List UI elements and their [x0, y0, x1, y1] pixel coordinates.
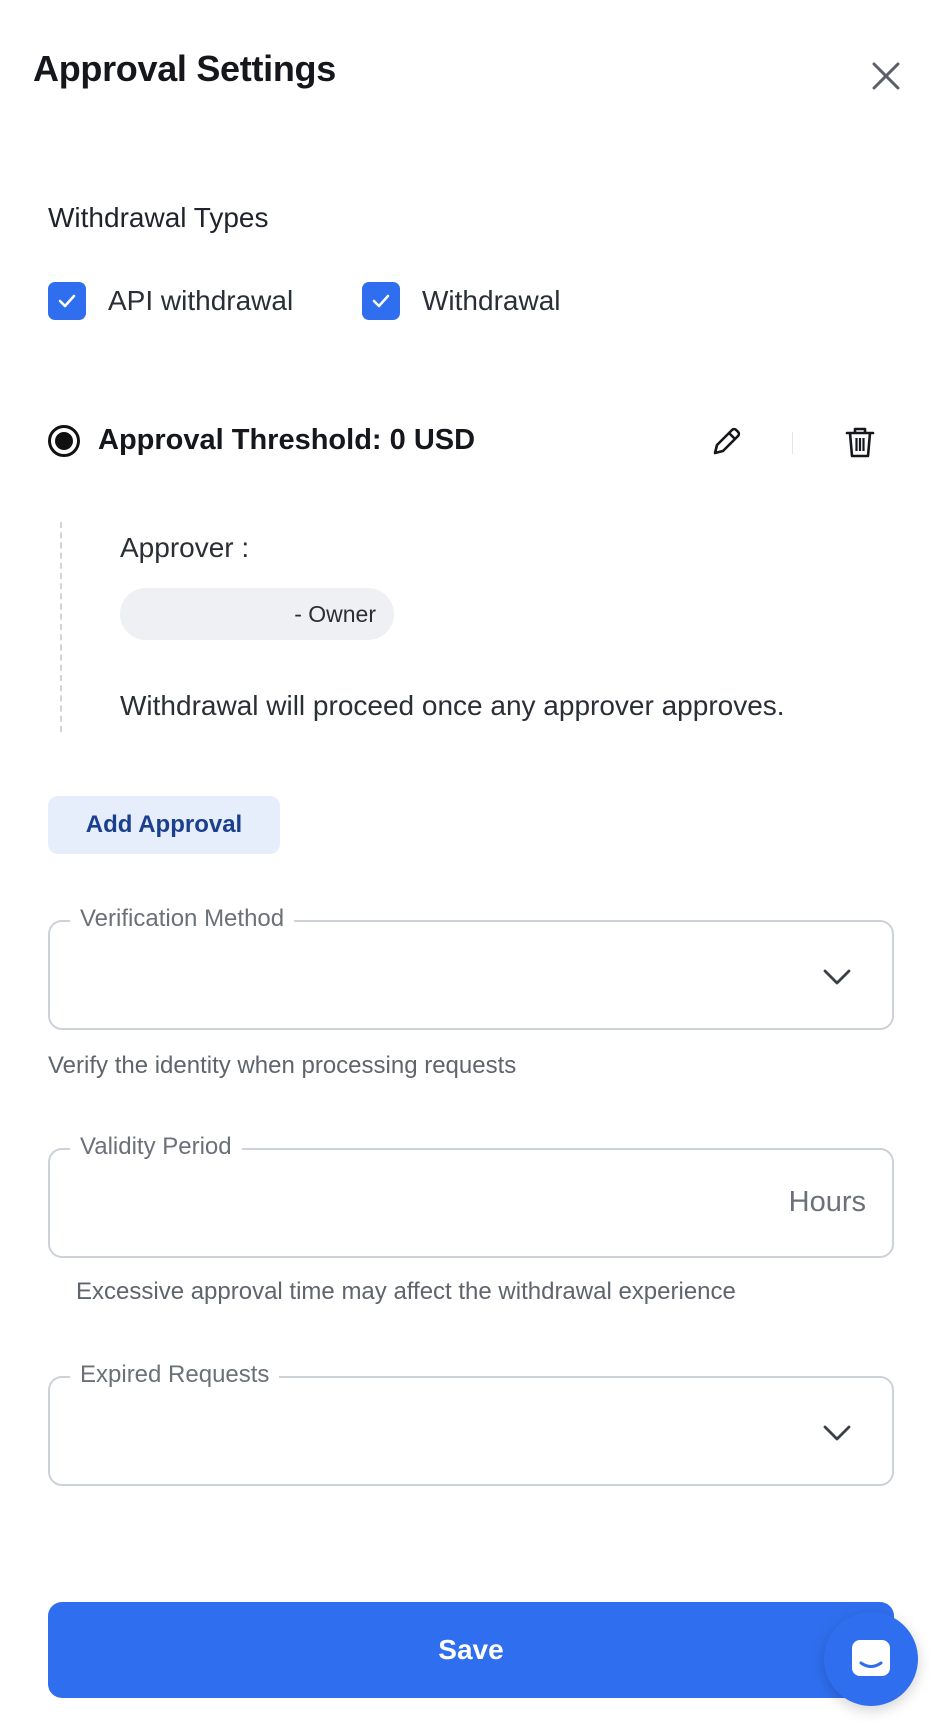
validity-period-input[interactable]: Validity Period Hours	[48, 1133, 894, 1258]
add-approval-button[interactable]: Add Approval	[48, 796, 280, 854]
validity-period-unit: Hours	[788, 1186, 866, 1218]
expired-requests-select[interactable]: Expired Requests	[48, 1361, 894, 1486]
chat-icon	[852, 1640, 890, 1676]
threshold-radio[interactable]	[48, 424, 80, 457]
withdrawal-label: Withdrawal	[422, 285, 561, 316]
withdrawal-types-label: Withdrawal Types	[48, 202, 269, 233]
support-chat-button[interactable]	[824, 1612, 918, 1706]
verification-method-label: Verification Method	[70, 905, 295, 933]
expired-requests-label: Expired Requests	[70, 1361, 280, 1389]
close-button[interactable]	[866, 56, 906, 96]
approver-note: Withdrawal will proceed once any approve…	[120, 690, 785, 721]
checkmark-icon	[58, 294, 76, 308]
validity-period-label: Validity Period	[70, 1133, 242, 1161]
approver-label: Approver :	[120, 532, 250, 563]
approver-role: - Owner	[294, 600, 376, 627]
approver-tree-line	[60, 522, 62, 732]
radio-dot-icon	[55, 431, 73, 450]
save-button[interactable]: Save	[48, 1602, 894, 1698]
page-title: Approval Settings	[33, 48, 336, 89]
close-icon	[872, 62, 900, 90]
api-withdrawal-checkbox[interactable]	[48, 282, 86, 320]
verification-method-select[interactable]: Verification Method	[48, 905, 894, 1030]
threshold-label: Approval Threshold: 0 USD	[98, 424, 476, 456]
action-divider	[792, 432, 793, 454]
approval-threshold-row[interactable]: Approval Threshold: 0 USD	[48, 424, 475, 457]
chevron-down-icon	[820, 960, 854, 994]
pencil-icon	[713, 427, 741, 455]
validity-period-helper: Excessive approval time may affect the w…	[76, 1278, 736, 1305]
api-withdrawal-label: API withdrawal	[108, 285, 294, 316]
verification-method-helper: Verify the identity when processing requ…	[48, 1052, 517, 1079]
delete-threshold-button[interactable]	[840, 422, 880, 462]
chevron-down-icon	[820, 1416, 854, 1450]
withdrawal-option[interactable]: Withdrawal	[362, 282, 560, 320]
trash-icon	[845, 427, 875, 458]
api-withdrawal-option[interactable]: API withdrawal	[48, 282, 293, 320]
approver-chip: - Owner	[120, 588, 394, 640]
edit-threshold-button[interactable]	[706, 422, 746, 462]
approval-settings-panel: Approval Settings Withdrawal Types API w…	[0, 0, 944, 1724]
checkmark-icon	[372, 294, 390, 308]
withdrawal-checkbox[interactable]	[362, 282, 400, 320]
